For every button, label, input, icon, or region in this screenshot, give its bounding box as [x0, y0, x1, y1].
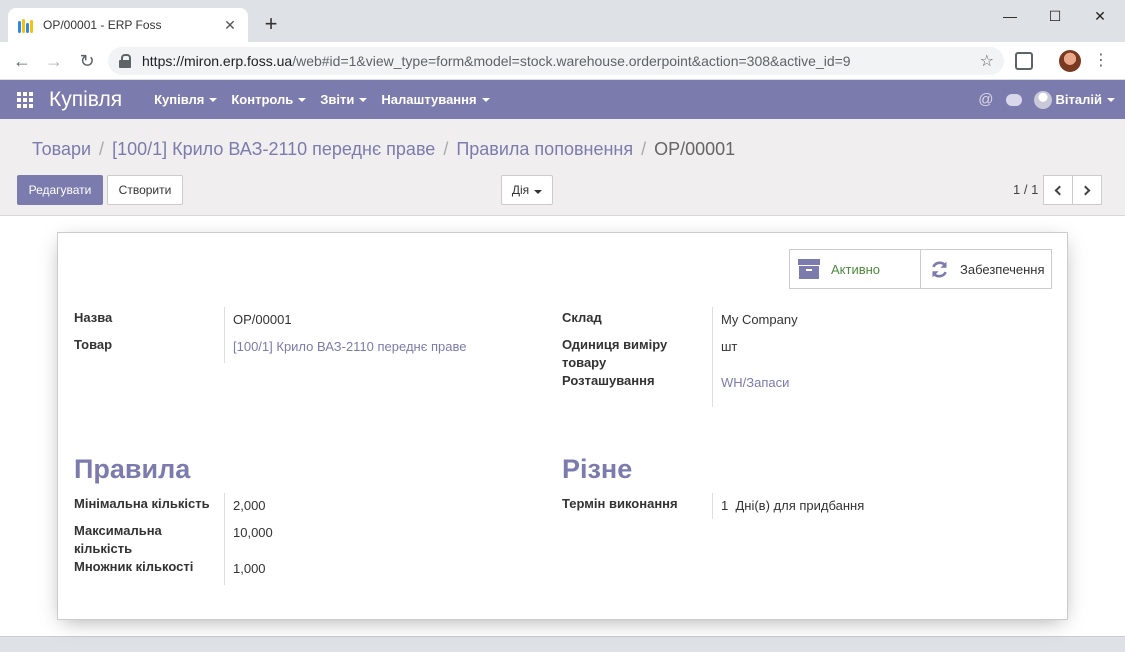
min-qty-value: 2,000 [233, 498, 266, 513]
control-panel: Товари / [100/1] Крило ВАЗ-2110 переднє … [0, 119, 1125, 216]
action-dropdown[interactable]: Дія [501, 175, 553, 205]
user-menu[interactable]: Віталій [1033, 90, 1115, 109]
chat-icon[interactable] [1005, 93, 1022, 106]
qty-multiple-label: Множник кількості [74, 559, 194, 574]
location-label: Розташування [562, 373, 655, 388]
misc-section-title: Різне [562, 454, 633, 484]
menu-purchase[interactable]: Купівля [154, 92, 218, 107]
min-qty-label: Мінімальна кількість [74, 496, 210, 511]
user-avatar [1033, 90, 1052, 109]
app-title: Купівля [49, 87, 123, 111]
browser-tab[interactable]: OP/00001 - ERP Foss ✕ [8, 8, 248, 42]
lead-time-label: Термін виконання [562, 496, 678, 511]
main-navbar: Купівля Купівля Контроль Звіти Налаштува… [0, 80, 1125, 119]
caret-down-icon [209, 97, 218, 102]
bookmark-star-icon[interactable]: ☆ [980, 51, 994, 71]
breadcrumb: Товари / [100/1] Крило ВАЗ-2110 переднє … [32, 139, 736, 160]
minimize-icon[interactable]: — [987, 4, 1033, 28]
active-label: Активно [831, 261, 881, 277]
chevron-left-icon [1054, 185, 1065, 195]
apps-grid-icon[interactable] [17, 91, 33, 108]
breadcrumb-reordering-rules[interactable]: Правила поповнення [456, 139, 633, 160]
qty-multiple-value: 1,000 [233, 561, 266, 576]
active-toggle-button[interactable]: Активно [790, 250, 920, 288]
site-favicon-icon [18, 17, 34, 33]
pager-value: 1 / 1 [1013, 182, 1039, 197]
back-arrow-icon[interactable]: ← [11, 50, 33, 72]
max-qty-label: Максимальна кількість [74, 523, 162, 556]
create-button[interactable]: Створити [107, 175, 183, 205]
chevron-right-icon [1080, 185, 1091, 195]
caret-down-icon [359, 97, 368, 102]
breadcrumb-products[interactable]: Товари [32, 139, 91, 160]
supply-button[interactable]: Забезпечення [920, 250, 1051, 288]
menu-settings[interactable]: Налаштування [381, 92, 490, 107]
edit-button[interactable]: Редагувати [17, 175, 103, 205]
tab-close-icon[interactable]: ✕ [222, 17, 238, 34]
browser-toolbar: ← → ↻ https://miron.erp.foss.ua/web#id=1… [0, 42, 1125, 80]
form-content: Активно Забезпечення Назва Товар OP/0000… [0, 216, 1125, 637]
location-link[interactable]: WH/Запаси [721, 374, 789, 392]
breadcrumb-product[interactable]: [100/1] Крило ВАЗ-2110 переднє праве [112, 139, 435, 160]
extension-icon[interactable] [1015, 52, 1033, 70]
refresh-icon [929, 259, 950, 280]
menu-reports[interactable]: Звіти [320, 92, 368, 107]
maximize-icon[interactable]: ☐ [1032, 4, 1078, 28]
profile-avatar[interactable] [1059, 50, 1081, 72]
lock-icon [118, 54, 132, 68]
caret-down-icon [298, 97, 307, 102]
product-label: Товар [74, 337, 113, 352]
smart-button-box: Активно Забезпечення [789, 249, 1052, 289]
lead-time-value: 1 Дні(в) для придбання [721, 498, 865, 513]
forward-arrow-icon[interactable]: → [43, 50, 65, 72]
browser-tab-strip: OP/00001 - ERP Foss ✕ + — ☐ ✕ [0, 0, 1125, 42]
browser-menu-icon[interactable]: ⋮ [1093, 50, 1109, 72]
uom-value: шт [721, 339, 738, 354]
tab-title: OP/00001 - ERP Foss [43, 18, 162, 32]
name-value: OP/00001 [233, 312, 292, 327]
supply-label: Забезпечення [960, 261, 1045, 277]
uom-label: Одиниця виміру товару [562, 337, 668, 370]
new-tab-icon[interactable]: + [260, 11, 282, 37]
pager-next-button[interactable] [1072, 175, 1102, 205]
rules-section-title: Правила [74, 454, 191, 484]
caret-down-icon [1107, 97, 1115, 102]
menu-control[interactable]: Контроль [231, 92, 307, 107]
url-text[interactable]: https://miron.erp.foss.ua/web#id=1&view_… [142, 53, 980, 69]
warehouse-value: My Company [721, 312, 798, 327]
warehouse-label: Склад [562, 310, 602, 325]
mentions-icon[interactable]: @ [978, 91, 993, 108]
archive-icon [798, 259, 820, 279]
name-label: Назва [74, 310, 113, 325]
window-close-icon[interactable]: ✕ [1077, 4, 1123, 28]
reload-icon[interactable]: ↻ [76, 50, 98, 72]
caret-down-icon [481, 97, 490, 102]
breadcrumb-current: OP/00001 [654, 139, 736, 159]
pager-previous-button[interactable] [1043, 175, 1073, 205]
product-link[interactable]: [100/1] Крило ВАЗ-2110 переднє праве [233, 338, 466, 356]
max-qty-value: 10,000 [233, 525, 273, 540]
address-bar[interactable]: https://miron.erp.foss.ua/web#id=1&view_… [108, 47, 1004, 75]
caret-down-icon [534, 190, 543, 194]
form-sheet: Активно Забезпечення Назва Товар OP/0000… [57, 232, 1068, 620]
